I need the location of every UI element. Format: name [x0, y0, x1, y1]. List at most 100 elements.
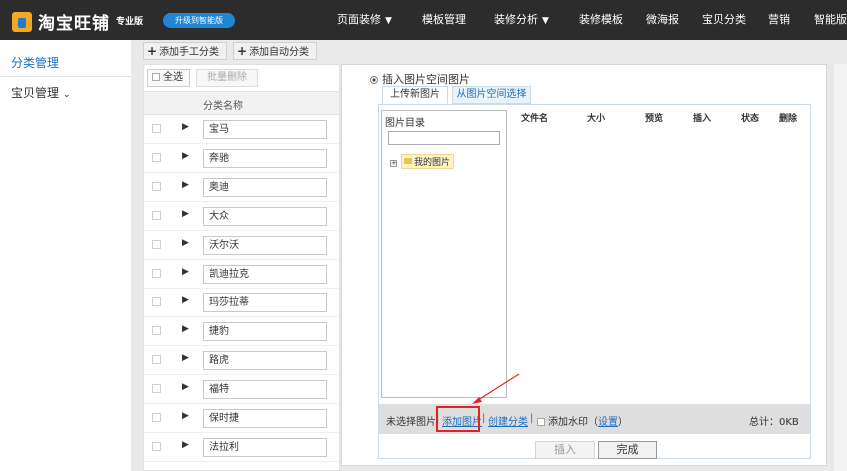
- row-checkbox[interactable]: [152, 181, 161, 191]
- row-checkbox[interactable]: [152, 124, 161, 133]
- plus-icon: +: [237, 44, 248, 58]
- table-row: ▶ 凯迪拉克: [144, 260, 339, 289]
- row-checkbox[interactable]: [152, 152, 161, 162]
- done-button[interactable]: 完成: [598, 441, 657, 459]
- category-name-input[interactable]: 路虎: [203, 351, 327, 371]
- column-header-filename: 文件名: [521, 114, 549, 124]
- no-image-selected-text: 未选择图片: [386, 417, 436, 428]
- nav-decoration-analysis[interactable]: 装修分析 ▼: [494, 0, 549, 40]
- upgrade-button[interactable]: 升级到智能版: [163, 13, 235, 28]
- tab-choose-from-image-space[interactable]: 从图片空间选择: [452, 86, 531, 104]
- nav-item-categories[interactable]: 宝贝分类: [702, 0, 746, 40]
- watermark-checkbox[interactable]: [537, 418, 545, 426]
- watermark-settings-link[interactable]: 设置: [598, 417, 618, 428]
- batch-delete-button[interactable]: 批量删除: [196, 69, 258, 87]
- expand-arrow-icon[interactable]: ▶: [182, 267, 189, 277]
- table-row: ▶ 宝马: [144, 115, 339, 144]
- column-header-status: 状态: [741, 114, 760, 124]
- category-name-input[interactable]: 捷豹: [203, 322, 327, 342]
- nav-template-manage[interactable]: 模板管理: [422, 0, 466, 40]
- nav-micro-poster[interactable]: 微海报: [646, 0, 679, 40]
- expand-arrow-icon[interactable]: ▶: [182, 382, 189, 392]
- nav-decoration-templates[interactable]: 装修模板: [579, 0, 623, 40]
- nav-smart-edition[interactable]: 智能版: [814, 0, 847, 40]
- expand-icon[interactable]: +: [390, 160, 397, 167]
- sidebar-item-category-manage[interactable]: 分类管理: [11, 54, 59, 71]
- row-checkbox[interactable]: [152, 268, 161, 278]
- add-auto-category-button[interactable]: + 添加自动分类: [233, 42, 317, 60]
- expand-arrow-icon[interactable]: ▶: [182, 440, 189, 450]
- checkbox-icon: [152, 73, 160, 81]
- button-label: 添加手工分类: [159, 47, 220, 58]
- separator: |: [482, 413, 486, 424]
- category-name-input[interactable]: 玛莎拉蒂: [203, 293, 327, 313]
- logo[interactable]: 淘宝旺铺: [12, 9, 110, 34]
- table-row: ▶ 玛莎拉蒂: [144, 288, 339, 318]
- table-row: ▶ 大众: [144, 202, 339, 231]
- folder-label: 我的图片: [401, 154, 455, 169]
- expand-arrow-icon[interactable]: ▶: [182, 353, 189, 363]
- row-checkbox[interactable]: [152, 441, 161, 451]
- insert-image-space-option[interactable]: 插入图片空间图片: [370, 71, 470, 87]
- button-label: 添加自动分类: [249, 47, 310, 58]
- image-directory-tree: 图片目录 + 我的图片: [381, 110, 507, 398]
- category-name-input[interactable]: 宝马: [203, 120, 327, 139]
- nav-label: 页面装修: [337, 13, 381, 26]
- category-name-input[interactable]: 法拉利: [203, 437, 327, 457]
- row-checkbox[interactable]: [152, 384, 161, 394]
- category-name-input[interactable]: 奥迪: [203, 177, 327, 197]
- row-checkbox[interactable]: [152, 355, 161, 365]
- category-name-input[interactable]: 福特: [203, 380, 327, 400]
- category-name-input[interactable]: 沃尔沃: [203, 235, 327, 255]
- tab-upload-new-image[interactable]: 上传新图片: [382, 86, 448, 104]
- nav-marketing[interactable]: 营销: [768, 0, 790, 40]
- category-name-input[interactable]: 奔驰: [203, 148, 327, 168]
- expand-arrow-icon[interactable]: ▶: [182, 324, 189, 334]
- sidebar-item-label: 宝贝管理: [11, 86, 60, 100]
- expand-arrow-icon[interactable]: ▶: [182, 180, 189, 190]
- tree-node-my-images[interactable]: + 我的图片: [390, 154, 455, 169]
- expand-arrow-icon[interactable]: ▶: [182, 122, 189, 132]
- watermark-option[interactable]: 添加水印（设置）: [537, 413, 628, 428]
- tree-title: 图片目录: [385, 118, 425, 129]
- image-insert-dialog: 插入图片空间图片 上传新图片 从图片空间选择 图片目录 + 我的图片 文件名 大小…: [341, 64, 827, 466]
- option-label: 插入图片空间图片: [382, 73, 470, 86]
- nav-page-decoration[interactable]: 页面装修 ▼: [337, 0, 392, 40]
- edition-badge: 专业版: [116, 17, 144, 27]
- row-checkbox[interactable]: [152, 326, 161, 336]
- table-row: ▶ 奔驰: [144, 144, 339, 173]
- expand-arrow-icon[interactable]: ▶: [182, 238, 189, 248]
- nav-label: 装修模板: [579, 13, 623, 26]
- row-checkbox[interactable]: [152, 239, 161, 249]
- directory-search-input[interactable]: [388, 131, 500, 145]
- file-table-header: 文件名 大小 预览 插入 状态 删除: [514, 110, 803, 124]
- column-header-insert: 插入: [693, 114, 712, 124]
- sidebar-item-product-manage[interactable]: 宝贝管理 ⌄: [11, 84, 71, 101]
- create-category-link[interactable]: 创建分类: [488, 413, 528, 428]
- paren: ）: [618, 417, 628, 428]
- upload-status-bar: 未选择图片 | 添加图片 | 创建分类 | 添加水印（设置） 总计：0KB: [379, 404, 810, 434]
- expand-arrow-icon[interactable]: ▶: [182, 209, 189, 219]
- row-checkbox[interactable]: [152, 210, 161, 220]
- table-row: ▶ 法拉利: [144, 433, 339, 462]
- category-name-input[interactable]: 保时捷: [203, 409, 327, 428]
- nav-label: 营销: [768, 13, 790, 26]
- category-table-header: 分类名称: [144, 91, 339, 115]
- table-row: ▶ 沃尔沃: [144, 231, 339, 260]
- chevron-down-icon: ▼: [385, 16, 392, 26]
- add-manual-category-button[interactable]: + 添加手工分类: [143, 42, 227, 60]
- total-size: 总计：0KB: [749, 417, 799, 428]
- plus-icon: +: [147, 44, 158, 58]
- expand-arrow-icon[interactable]: ▶: [182, 151, 189, 161]
- expand-arrow-icon[interactable]: ▶: [182, 411, 189, 421]
- row-checkbox[interactable]: [152, 297, 161, 307]
- column-header-category-name: 分类名称: [203, 101, 243, 112]
- insert-button[interactable]: 插入: [535, 441, 595, 459]
- expand-arrow-icon[interactable]: ▶: [182, 295, 189, 305]
- page-scrollbar[interactable]: [834, 64, 847, 471]
- category-name-input[interactable]: 大众: [203, 206, 327, 226]
- select-all-button[interactable]: 全选: [147, 69, 190, 87]
- category-name-input[interactable]: 凯迪拉克: [203, 264, 327, 284]
- separator: |: [530, 413, 534, 424]
- row-checkbox[interactable]: [152, 413, 161, 422]
